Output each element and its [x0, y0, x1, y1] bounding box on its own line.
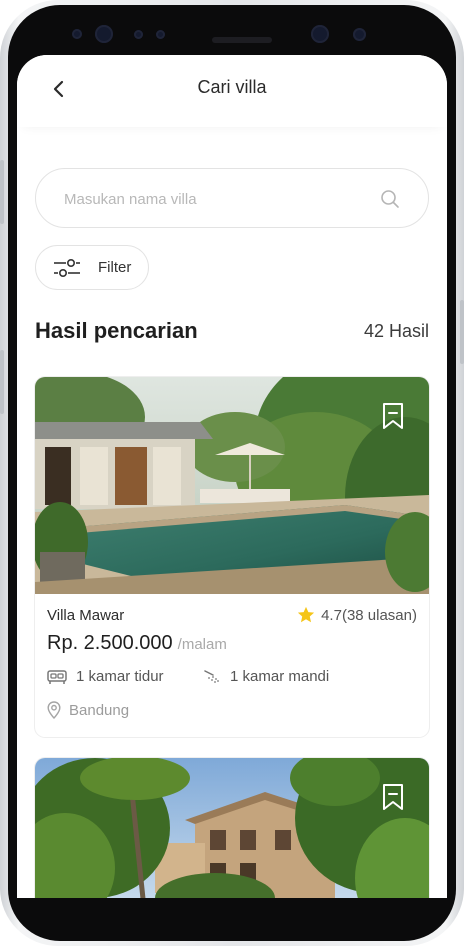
bookmark-icon[interactable] — [381, 783, 405, 811]
top-bar: Cari villa — [17, 55, 447, 127]
price-unit: /malam — [177, 636, 227, 653]
location-pin-icon — [47, 701, 61, 719]
star-icon — [297, 606, 315, 623]
front-camera-icon — [95, 25, 113, 43]
filter-label: Filter — [98, 259, 132, 276]
villa-photo — [35, 377, 429, 594]
page-title: Cari villa — [197, 77, 267, 97]
villa-photo — [35, 758, 429, 898]
bedroom-info: 1 kamar tidur — [47, 668, 164, 685]
price-row: Rp. 2.500.000 /malam — [47, 632, 227, 655]
location-info: Bandung — [47, 701, 129, 719]
villa-name: Villa Mawar — [47, 607, 125, 624]
villa-card[interactable] — [35, 758, 429, 898]
villa-rating: 4.7(38 ulasan) — [297, 606, 417, 624]
camera-icon — [311, 25, 329, 43]
phone-frame: Cari villa Filter Hasil pencarian 42 Has… — [0, 0, 464, 946]
search-icon[interactable] — [380, 189, 400, 209]
filter-button[interactable]: Filter — [35, 245, 149, 290]
shower-icon — [204, 669, 219, 683]
bed-icon — [47, 669, 67, 684]
sensor-icon — [72, 29, 82, 39]
sensor-icon — [134, 30, 143, 39]
sensor-icon — [353, 28, 366, 41]
bathroom-text: 1 kamar mandi — [230, 668, 330, 685]
earpiece-speaker — [212, 37, 272, 43]
bedroom-text: 1 kamar tidur — [76, 668, 164, 685]
app-screen: Cari villa Filter Hasil pencarian 42 Has… — [17, 55, 447, 898]
search-input[interactable] — [62, 169, 366, 229]
search-bar — [35, 168, 429, 229]
bathroom-info: 1 kamar mandi — [203, 668, 329, 685]
rating-text: 4.7(38 ulasan) — [321, 606, 417, 624]
bookmark-icon[interactable] — [381, 402, 405, 430]
sensor-icon — [156, 30, 165, 39]
villa-price: Rp. 2.500.000 — [47, 632, 173, 654]
sliders-icon — [54, 258, 80, 277]
volume-down-button — [0, 350, 4, 414]
power-button — [460, 300, 464, 364]
results-count: 42 Hasil — [363, 321, 429, 341]
volume-up-button — [0, 160, 4, 224]
villa-card[interactable]: Villa Mawar 4.7(38 ulasan) Rp. 2.500.000… — [35, 377, 429, 737]
location-text: Bandung — [69, 701, 130, 719]
results-heading: Hasil pencarian — [35, 318, 198, 343]
